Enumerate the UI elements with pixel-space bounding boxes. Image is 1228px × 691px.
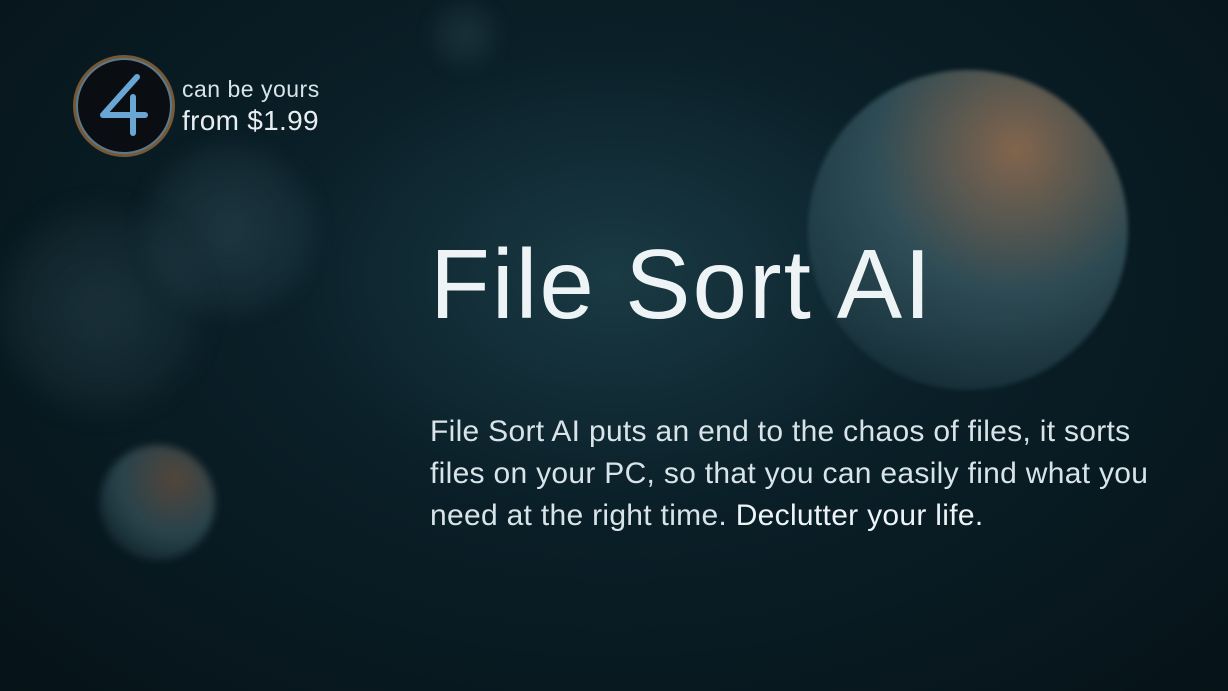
bokeh-circle-small: [100, 445, 215, 560]
price-badge-text: can be yours from $1.99: [182, 76, 320, 137]
main-content: File Sort AI File Sort AI puts an end to…: [430, 235, 1168, 537]
product-title: File Sort AI: [430, 235, 1168, 333]
price-badge: can be yours from $1.99: [78, 60, 320, 152]
product-description: File Sort AI puts an end to the chaos of…: [430, 411, 1168, 537]
price-tagline: can be yours: [182, 76, 320, 103]
bokeh-circle-medium: [145, 145, 315, 315]
bokeh-circle-medium-2: [0, 210, 200, 410]
logo-four-icon: [93, 71, 155, 141]
description-emphasis: Declutter your life.: [736, 499, 984, 532]
price-value: from $1.99: [182, 105, 320, 137]
logo-circle: [78, 60, 170, 152]
bokeh-circle-tiny: [430, 0, 500, 70]
